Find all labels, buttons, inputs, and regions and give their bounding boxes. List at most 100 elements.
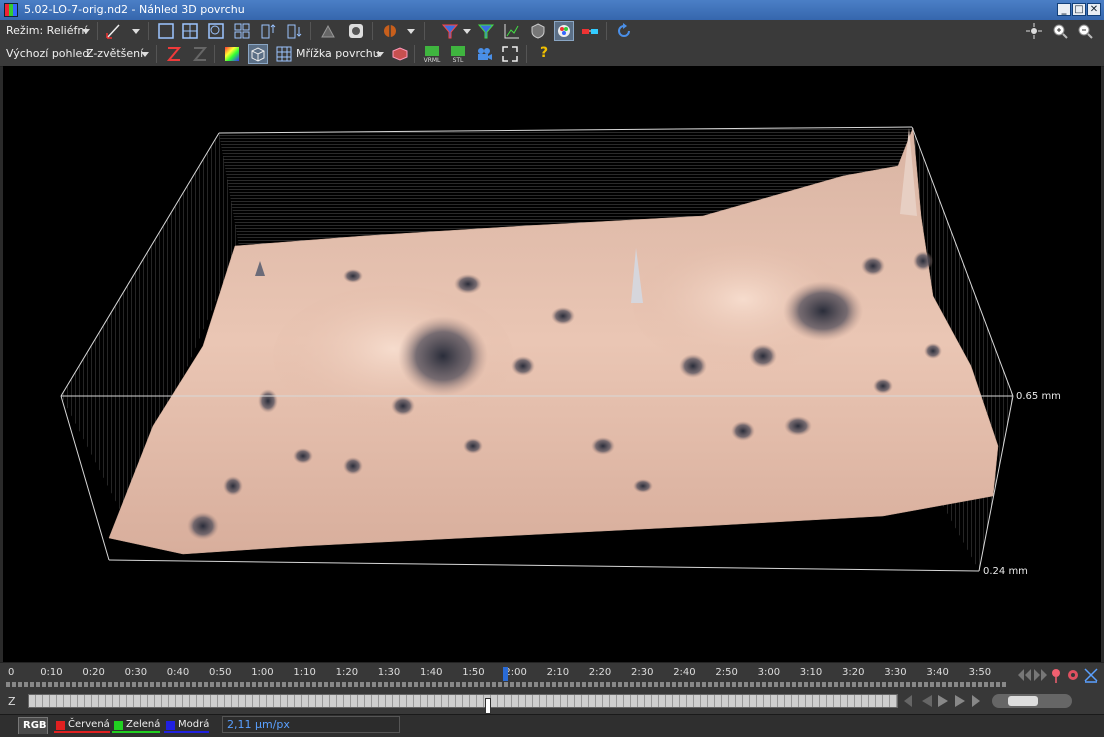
light-source-icon[interactable] bbox=[318, 21, 338, 41]
z-up-icon[interactable] bbox=[258, 21, 278, 41]
fullscreen-icon[interactable] bbox=[500, 44, 520, 64]
toolbar-view: Výchozí pohled Z-zvětšení Mřížka povrchu… bbox=[0, 42, 1104, 67]
first-frame-icon[interactable] bbox=[904, 695, 912, 707]
chevron-down-icon[interactable] bbox=[132, 29, 140, 34]
timeline-tick: 0:30 bbox=[124, 667, 148, 678]
default-view-button[interactable]: Výchozí pohled bbox=[6, 47, 89, 60]
maximize-button[interactable]: □ bbox=[1072, 3, 1086, 16]
pin-icon[interactable] bbox=[1052, 669, 1060, 677]
shield-icon[interactable] bbox=[528, 21, 548, 41]
stereo-glasses-icon[interactable] bbox=[580, 21, 600, 41]
z-min-label: 0.24 mm bbox=[983, 566, 1028, 577]
zoom-out-icon[interactable] bbox=[1075, 21, 1095, 41]
surface-grid-dropdown[interactable]: Mřížka povrchu bbox=[296, 47, 380, 60]
timeline-tick: 0 bbox=[8, 667, 15, 678]
step-forward-icon[interactable] bbox=[955, 695, 965, 707]
mode-dropdown[interactable]: Režim: Reliéfní bbox=[6, 24, 87, 37]
svg-text:VRML: VRML bbox=[424, 57, 441, 64]
timeline-tick: 0:50 bbox=[209, 667, 232, 678]
timeline-tick: 1:50 bbox=[462, 667, 485, 678]
timeline-tick: 1:40 bbox=[420, 667, 443, 678]
layout-split-icon[interactable] bbox=[180, 21, 200, 41]
timeline-tick: 1:30 bbox=[377, 667, 401, 678]
histogram-icon[interactable] bbox=[502, 21, 522, 41]
timeline-tick: 0:20 bbox=[82, 667, 105, 678]
z-scale-icon[interactable] bbox=[164, 44, 184, 64]
z-down-icon[interactable] bbox=[284, 21, 304, 41]
timeline-tick: 3:30 bbox=[884, 667, 907, 678]
timeline-frames[interactable] bbox=[6, 682, 1006, 687]
material-sphere-icon[interactable] bbox=[380, 21, 400, 41]
record-movie-icon[interactable] bbox=[474, 44, 494, 64]
snapshot-icon[interactable] bbox=[346, 21, 366, 41]
chevron-down-icon[interactable] bbox=[407, 29, 415, 34]
z-slider[interactable] bbox=[28, 694, 898, 714]
channel-bar: RGB Červená Zelená Modrá 2,11 µm/px bbox=[0, 714, 1104, 737]
calibration-field[interactable]: 2,11 µm/px bbox=[222, 716, 400, 733]
playback-speed-slider[interactable] bbox=[992, 694, 1072, 708]
3d-viewport[interactable]: 0.65 mm 0.24 mm bbox=[3, 66, 1101, 662]
timeline-controls bbox=[1018, 668, 1098, 683]
close-button[interactable]: ✕ bbox=[1087, 3, 1101, 16]
tab-green[interactable]: Zelená bbox=[112, 717, 161, 733]
z-zoom-dropdown[interactable]: Z-zvětšení bbox=[86, 47, 143, 60]
color-palette-icon[interactable] bbox=[554, 21, 574, 41]
timeline-tick: 1:00 bbox=[251, 667, 274, 678]
fit-view-icon[interactable] bbox=[1024, 21, 1044, 41]
export-stl-button[interactable]: STL bbox=[448, 44, 468, 64]
tab-red[interactable]: Červená bbox=[54, 717, 110, 733]
prev-keyframe-icon[interactable] bbox=[1018, 669, 1031, 681]
layout-ortho-icon[interactable] bbox=[206, 21, 226, 41]
timeline-tick: 2:20 bbox=[588, 667, 612, 678]
timeline-tick: 3:00 bbox=[757, 667, 781, 678]
timeline-tick: 3:50 bbox=[968, 667, 992, 678]
timeline-tick: 0:40 bbox=[166, 667, 190, 678]
zoom-in-icon[interactable] bbox=[1050, 21, 1070, 41]
timeline-tick: 1:10 bbox=[293, 667, 316, 678]
title-bar: 5.02-LO-7-orig.nd2 - Náhled 3D povrchu _… bbox=[0, 0, 1104, 21]
color-map-icon[interactable] bbox=[222, 44, 242, 64]
timeline-tick: 3:10 bbox=[799, 667, 823, 678]
surface-render[interactable] bbox=[3, 66, 1101, 662]
z-label: Z bbox=[8, 695, 16, 708]
z-stack-row: Z bbox=[0, 690, 1104, 714]
layout-quad-icon[interactable] bbox=[232, 21, 252, 41]
last-frame-icon[interactable] bbox=[972, 695, 980, 707]
z-reset-icon[interactable] bbox=[190, 44, 210, 64]
svg-text:STL: STL bbox=[453, 57, 464, 64]
window-title: 5.02-LO-7-orig.nd2 - Náhled 3D povrchu bbox=[24, 3, 245, 16]
box-outline-icon[interactable] bbox=[248, 44, 268, 64]
chevron-down-icon[interactable] bbox=[376, 52, 384, 57]
tab-rgb[interactable]: RGB bbox=[18, 717, 48, 734]
z-slider-thumb[interactable] bbox=[485, 698, 491, 714]
timeline-tick: 3:40 bbox=[926, 667, 949, 678]
chevron-down-icon[interactable] bbox=[463, 29, 471, 34]
app-icon bbox=[4, 3, 18, 17]
z-max-label: 0.65 mm bbox=[1016, 391, 1061, 402]
render-box-icon[interactable] bbox=[390, 44, 410, 64]
next-keyframe-icon[interactable] bbox=[1034, 669, 1047, 681]
play-icon[interactable] bbox=[938, 695, 948, 707]
channel-filter-icon[interactable] bbox=[440, 21, 460, 41]
toolbar-main: Režim: Reliéfní bbox=[0, 20, 1104, 42]
refresh-icon[interactable] bbox=[614, 21, 634, 41]
help-button[interactable]: ? bbox=[540, 45, 548, 61]
timeline-tick: 2:30 bbox=[631, 667, 654, 678]
chevron-down-icon[interactable] bbox=[82, 29, 90, 34]
chevron-down-icon[interactable] bbox=[141, 52, 149, 57]
timeline-tick: 2:10 bbox=[546, 667, 570, 678]
app-window: 5.02-LO-7-orig.nd2 - Náhled 3D povrchu _… bbox=[0, 0, 1104, 737]
step-back-icon[interactable] bbox=[922, 695, 932, 707]
channel-split-icon[interactable] bbox=[476, 21, 496, 41]
timeline-tick: 3:20 bbox=[842, 667, 865, 678]
measure-tool-icon[interactable] bbox=[104, 21, 124, 41]
timeline-tick: 2:40 bbox=[673, 667, 696, 678]
grid-icon[interactable] bbox=[274, 44, 294, 64]
close-icon[interactable] bbox=[1084, 668, 1098, 683]
layout-single-icon[interactable] bbox=[156, 21, 176, 41]
tab-blue[interactable]: Modrá bbox=[164, 717, 210, 733]
export-vrml-button[interactable]: VRML bbox=[422, 44, 442, 64]
minimize-button[interactable]: _ bbox=[1057, 3, 1071, 16]
time-timeline[interactable]: 0 0:10 0:20 0:30 0:40 0:50 1:00 1:10 1:20 1:30 1:4… bbox=[0, 662, 1104, 691]
timeline-cursor[interactable] bbox=[503, 667, 508, 681]
